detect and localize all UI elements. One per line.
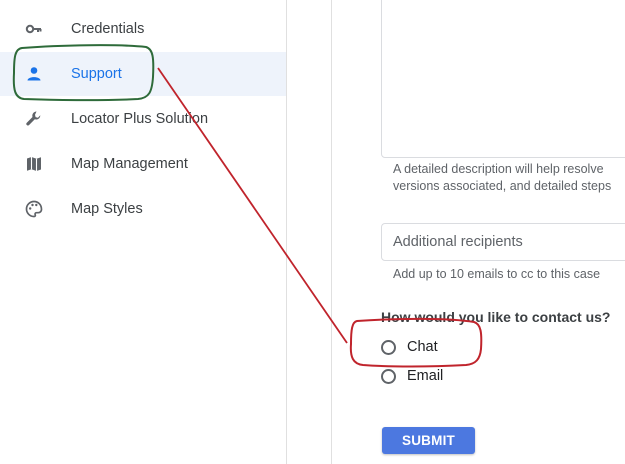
radio-label: Chat xyxy=(407,339,438,355)
contact-option-chat[interactable]: Chat xyxy=(381,336,438,358)
divider xyxy=(331,0,332,464)
radio-label: Email xyxy=(407,368,444,384)
map-icon xyxy=(24,154,44,174)
sidebar: Credentials Support Locator Plus Solutio… xyxy=(0,0,287,464)
sidebar-item-locator-plus-solution[interactable]: Locator Plus Solution xyxy=(0,97,286,141)
wrench-icon xyxy=(24,109,44,129)
sidebar-item-label: Map Management xyxy=(71,156,188,172)
sidebar-item-support[interactable]: Support xyxy=(0,52,286,96)
description-helper-text: versions associated, and detailed steps xyxy=(393,179,612,193)
sidebar-item-label: Map Styles xyxy=(71,201,143,217)
sidebar-item-label: Credentials xyxy=(71,21,145,37)
sidebar-item-map-styles[interactable]: Map Styles xyxy=(0,187,286,231)
description-helper-text: A detailed description will help resolve xyxy=(393,162,604,176)
key-icon xyxy=(24,19,44,39)
person-icon xyxy=(24,64,44,84)
contact-method-question: How would you like to contact us? xyxy=(381,309,611,325)
recipients-helper-text: Add up to 10 emails to cc to this case xyxy=(393,267,601,281)
sidebar-item-credentials[interactable]: Credentials xyxy=(0,7,286,51)
radio-button-unchecked[interactable] xyxy=(381,368,396,384)
submit-button[interactable]: SUBMIT xyxy=(382,427,475,454)
palette-icon xyxy=(24,199,44,219)
description-textarea[interactable] xyxy=(381,0,625,158)
sidebar-item-label: Support xyxy=(71,66,122,82)
radio-button-unchecked[interactable] xyxy=(381,339,396,355)
sidebar-item-map-management[interactable]: Map Management xyxy=(0,142,286,186)
additional-recipients-input[interactable] xyxy=(381,223,625,261)
sidebar-item-label: Locator Plus Solution xyxy=(71,111,209,127)
contact-option-email[interactable]: Email xyxy=(381,365,443,387)
